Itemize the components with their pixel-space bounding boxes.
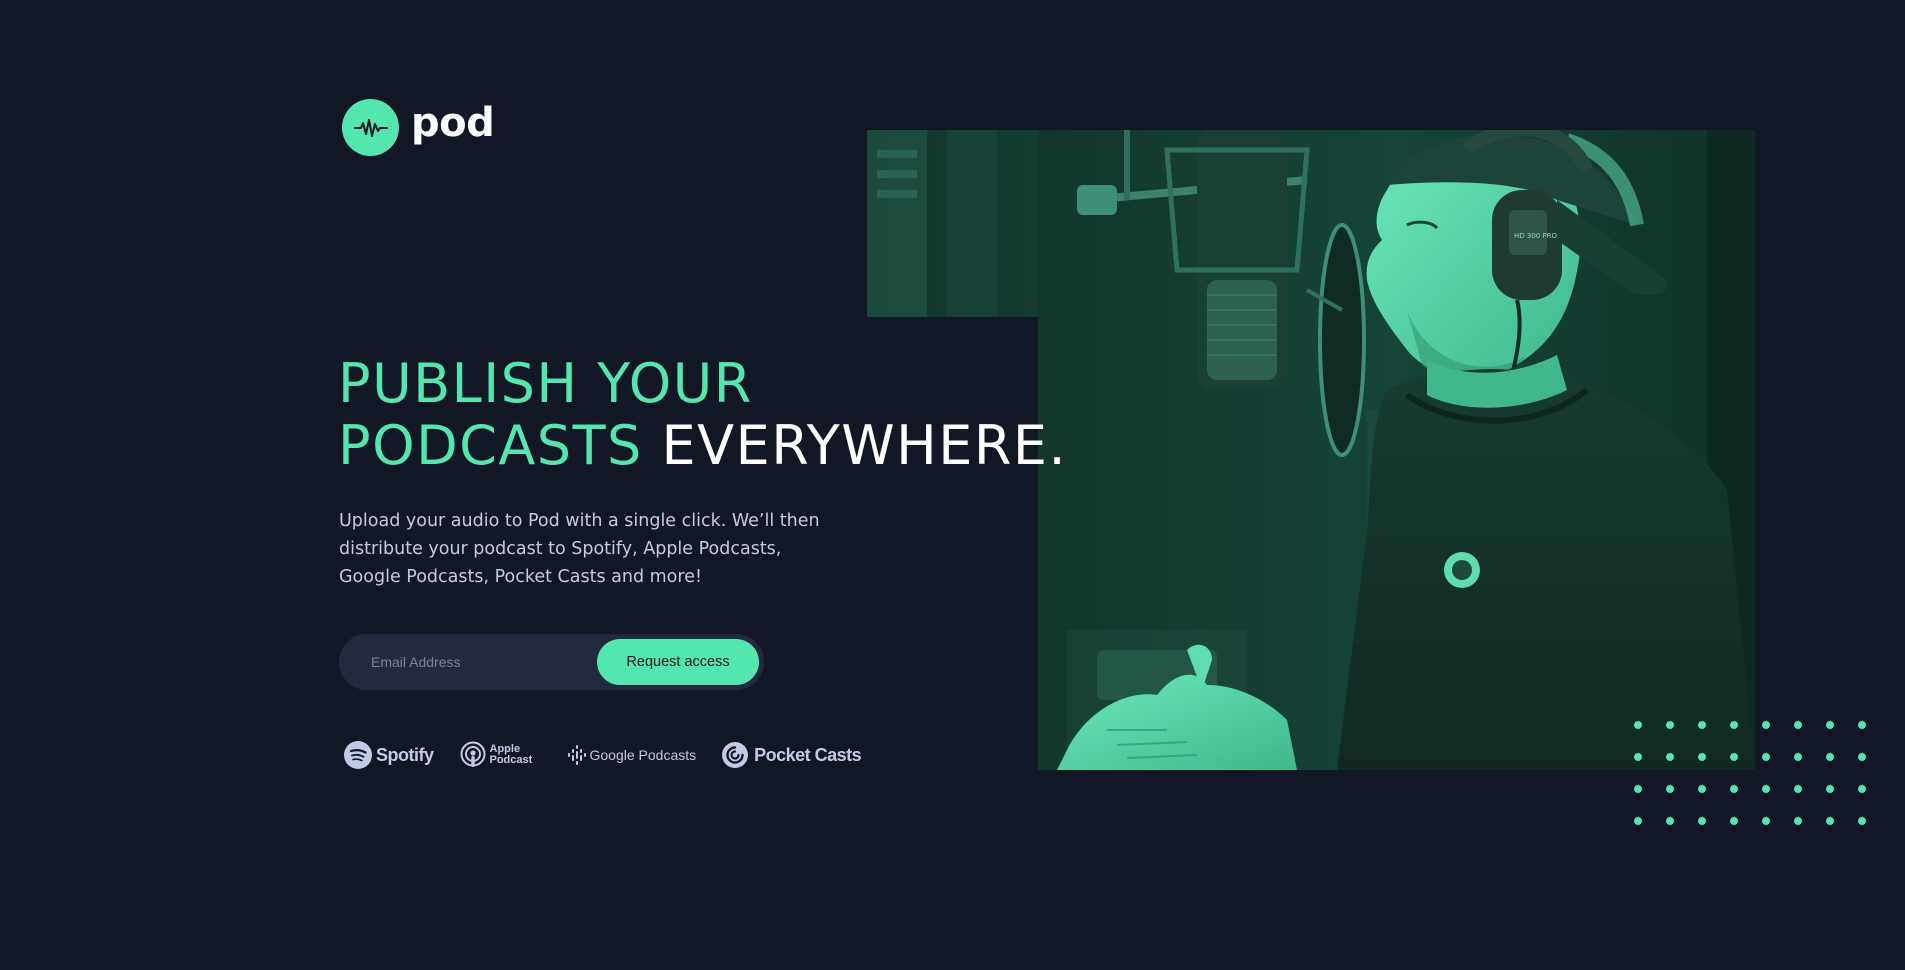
- email-input[interactable]: [339, 633, 597, 691]
- spotify-label: Spotify: [376, 744, 434, 765]
- apple-label-line2: Podcast: [489, 754, 533, 766]
- platform-logos: Spotify Apple Podcast Google Podcasts Po…: [344, 738, 887, 772]
- headline-plain: EVERYWHERE.: [661, 414, 1068, 477]
- spotify-icon: [344, 741, 372, 769]
- pocket-casts-label: Pocket Casts: [754, 744, 862, 765]
- logo[interactable]: pod: [342, 99, 495, 156]
- landing-page: pod HD 300 PRO PUBLISH YOUR PODCASTS EVE…: [0, 0, 1905, 970]
- signup-form: Request access: [339, 633, 764, 691]
- platform-google-podcasts: Google Podcasts: [567, 745, 697, 765]
- pocket-casts-icon: [722, 742, 749, 768]
- apple-podcasts-label: Apple Podcast: [490, 744, 542, 766]
- apple-podcasts-icon: [460, 741, 485, 767]
- google-podcasts-icon: [567, 745, 586, 765]
- platform-pocket-casts: Pocket Casts: [722, 742, 862, 768]
- audio-wave-icon: [342, 99, 399, 156]
- dot-pattern: [1634, 721, 1866, 825]
- page-title: PUBLISH YOUR PODCASTS EVERYWHERE.: [338, 353, 1067, 477]
- platform-apple-podcasts: Apple Podcast: [460, 741, 542, 769]
- google-podcasts-label: Google Podcasts: [589, 747, 697, 763]
- hero-description: Upload your audio to Pod with a single c…: [339, 511, 820, 587]
- request-access-button[interactable]: Request access: [597, 639, 759, 685]
- logo-text: pod: [411, 99, 495, 146]
- platform-spotify: Spotify: [344, 741, 434, 769]
